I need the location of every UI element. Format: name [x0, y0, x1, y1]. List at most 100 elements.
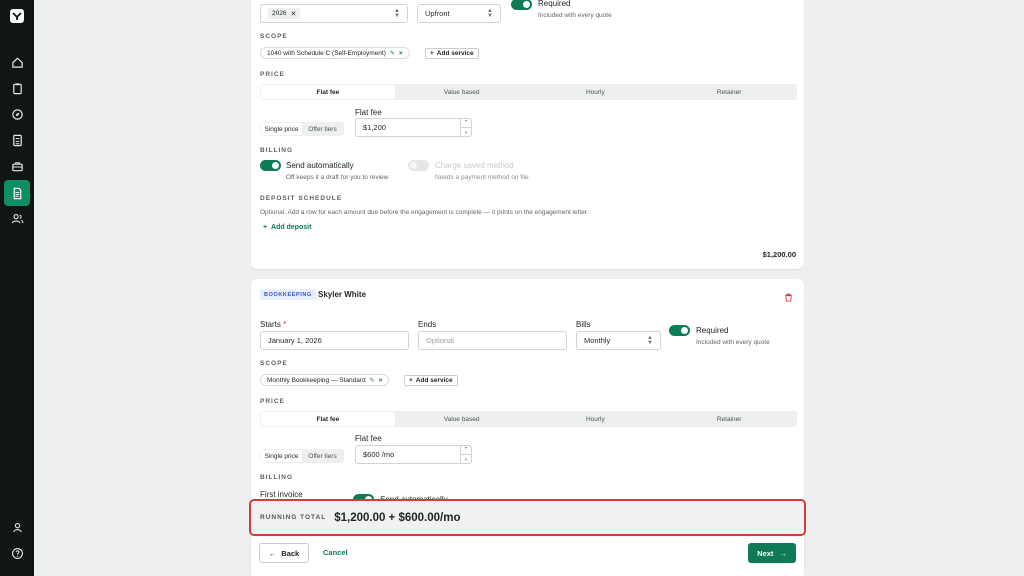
starts-label: Starts *	[260, 320, 286, 329]
tab-flat-fee[interactable]: Flat fee	[261, 85, 395, 99]
ends-input[interactable]: Optional	[418, 331, 567, 350]
wizard-footer: ← Back Cancel Next →	[251, 537, 804, 570]
offer-tiers-option[interactable]: Offer tiers	[302, 450, 343, 462]
required-toggle[interactable]	[511, 0, 532, 10]
price-heading: PRICE	[260, 71, 285, 78]
arrow-right-icon: →	[779, 548, 787, 558]
chevron-down-icon[interactable]: ⌄	[461, 455, 471, 463]
user-icon[interactable]	[7, 517, 27, 537]
clipboard-icon[interactable]	[7, 78, 27, 98]
scope-heading: SCOPE	[260, 360, 288, 367]
charge-method-note: Needs a payment method on file	[435, 174, 529, 181]
chevron-down-icon[interactable]: ⌄	[461, 128, 471, 136]
plus-icon: +	[409, 377, 413, 384]
charge-method-label: Charge saved method	[435, 161, 514, 170]
users-icon[interactable]	[7, 208, 27, 228]
next-label: Next	[757, 548, 774, 558]
scope-chip-label: 1040 with Schedule C (Self-Employment)	[267, 49, 386, 57]
price-mode-toggle: Single price Offer tiers	[260, 122, 344, 136]
add-service-label: Add service	[436, 50, 474, 57]
deposit-note: Optional. Add a row for each amount due …	[260, 209, 589, 216]
scope-chip-label: Monthly Bookkeeping — Standard	[267, 376, 366, 384]
price-mode-toggle: Single price Offer tiers	[260, 449, 344, 463]
home-icon[interactable]	[7, 52, 27, 72]
required-note: Included with every quote	[696, 339, 770, 346]
required-label: Required	[538, 0, 571, 8]
single-price-option[interactable]: Single price	[261, 123, 302, 135]
starts-input[interactable]: January 1, 2026	[260, 331, 409, 350]
price-heading: PRICE	[260, 398, 285, 405]
client-name: Skyler White	[318, 290, 367, 299]
plus-icon: +	[263, 224, 271, 231]
send-auto-note: Off keeps it a draft for you to review	[286, 174, 389, 181]
remove-icon[interactable]: ×	[379, 377, 383, 384]
tab-flat-fee[interactable]: Flat fee	[261, 412, 395, 426]
scope-chip[interactable]: Monthly Bookkeeping — Standard ✎ ×	[260, 374, 390, 386]
next-button[interactable]: Next →	[748, 543, 796, 563]
tax-year-chip: 2026 ✕	[268, 8, 301, 19]
calculator-icon[interactable]	[7, 130, 27, 150]
send-auto-label: Send automatically	[286, 161, 354, 170]
flat-fee-value: $1,200	[363, 123, 386, 132]
edit-icon[interactable]: ✎	[370, 377, 375, 384]
arrow-left-icon: ←	[268, 548, 277, 558]
ends-label: Ends	[418, 320, 437, 329]
app-logo[interactable]	[9, 8, 25, 24]
chevron-up-icon[interactable]: ⌃	[461, 119, 471, 128]
ends-placeholder: Optional	[426, 336, 454, 345]
scope-heading: SCOPE	[260, 33, 288, 40]
card-total: $1,200.00	[762, 250, 796, 259]
tab-hourly[interactable]: Hourly	[529, 412, 663, 426]
compass-icon[interactable]	[7, 104, 27, 124]
flat-fee-input[interactable]: $600 /mo ⌃ ⌄	[355, 445, 472, 464]
tab-retainer[interactable]: Retainer	[662, 85, 796, 99]
tab-value-based[interactable]: Value based	[395, 85, 529, 99]
trash-icon[interactable]	[784, 289, 793, 307]
tax-year-select[interactable]: 2026 ✕ ▲ ▼	[260, 4, 408, 23]
help-icon[interactable]	[7, 543, 27, 563]
required-note: Included with every quote	[538, 12, 612, 19]
deposit-heading: DEPOSIT SCHEDULE	[260, 195, 343, 202]
stepper[interactable]: ⌃ ⌄	[460, 446, 471, 463]
send-auto-toggle[interactable]	[260, 160, 281, 171]
remove-icon[interactable]: ×	[399, 50, 403, 57]
plus-icon: +	[430, 50, 434, 57]
charge-method-toggle[interactable]	[408, 160, 429, 171]
chevron-updown-icon: ▲ ▼	[487, 8, 493, 19]
add-deposit-label: Add deposit	[270, 224, 312, 231]
briefcase-icon[interactable]	[7, 156, 27, 176]
chevron-updown-icon: ▲ ▼	[647, 335, 653, 346]
bills-select[interactable]: Upfront ▲ ▼	[417, 4, 501, 23]
stepper[interactable]: ⌃ ⌄	[460, 119, 471, 136]
tab-hourly[interactable]: Hourly	[529, 85, 663, 99]
flat-fee-label: Flat fee	[355, 434, 382, 443]
offer-tiers-option[interactable]: Offer tiers	[302, 123, 343, 135]
required-toggle[interactable]	[669, 325, 690, 336]
add-service-button[interactable]: + Add service	[425, 48, 479, 59]
add-deposit-button[interactable]: + Add deposit	[263, 224, 311, 231]
billing-heading: BILLING	[260, 474, 293, 481]
price-type-tabs: Flat fee Value based Hourly Retainer	[260, 84, 797, 100]
flat-fee-label: Flat fee	[355, 108, 382, 117]
back-button[interactable]: ← Back	[259, 543, 309, 563]
flat-fee-input[interactable]: $1,200 ⌃ ⌄	[355, 118, 472, 137]
bills-value: Upfront	[425, 9, 450, 18]
add-service-button[interactable]: + Add service	[404, 375, 458, 386]
document-icon[interactable]	[4, 180, 30, 206]
cancel-button[interactable]: Cancel	[323, 548, 348, 557]
running-total-label: RUNNING TOTAL	[260, 514, 327, 521]
first-invoice-label: First invoice	[260, 490, 303, 499]
price-type-tabs: Flat fee Value based Hourly Retainer	[260, 411, 797, 427]
chevron-up-icon[interactable]: ⌃	[461, 446, 471, 455]
bills-select[interactable]: Monthly ▲ ▼	[576, 331, 661, 350]
back-label: Back	[281, 548, 300, 558]
flat-fee-value: $600 /mo	[363, 450, 395, 459]
tab-retainer[interactable]: Retainer	[662, 412, 796, 426]
tab-value-based[interactable]: Value based	[395, 412, 529, 426]
remove-year-icon[interactable]: ✕	[290, 10, 296, 18]
service-card-1040: 2026 ✕ ▲ ▼ Upfront ▲ ▼ Required Included w…	[251, 0, 804, 269]
scope-chip[interactable]: 1040 with Schedule C (Self-Employment) ✎…	[260, 47, 410, 59]
edit-icon[interactable]: ✎	[390, 50, 395, 57]
required-label: Required	[696, 326, 729, 335]
single-price-option[interactable]: Single price	[261, 450, 302, 462]
